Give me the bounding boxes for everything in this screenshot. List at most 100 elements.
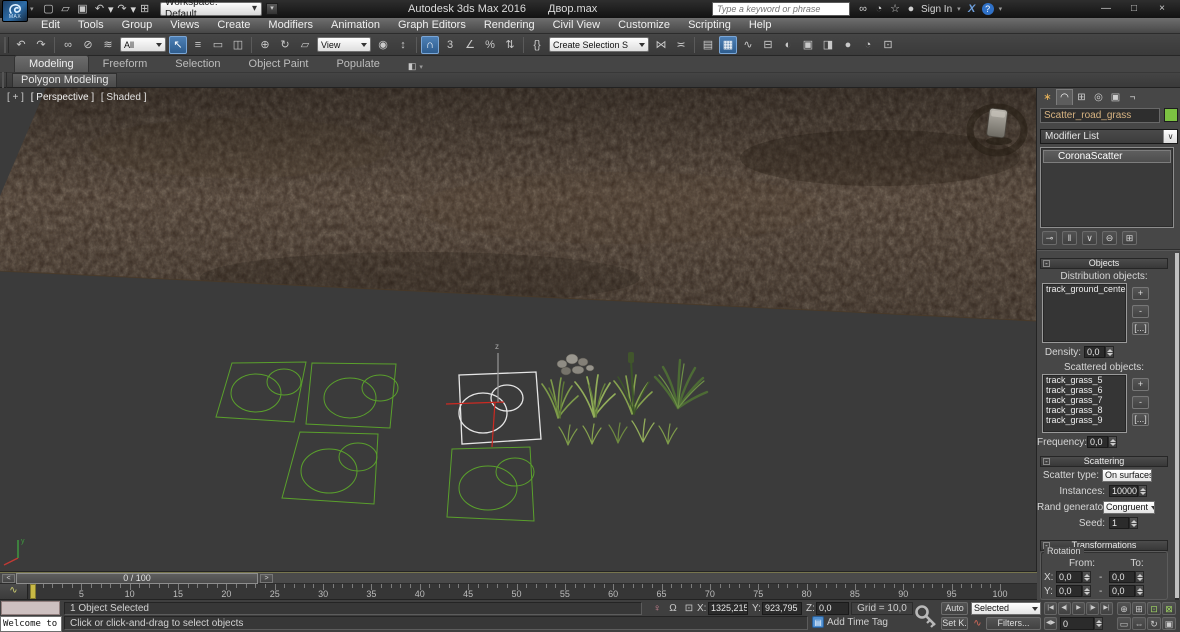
panel-scrollbar[interactable] [1175, 253, 1179, 600]
next-frame-button[interactable]: |▶ [1086, 602, 1099, 615]
orbit-icon[interactable]: ↻ [1147, 617, 1161, 630]
list-item[interactable]: track_grass_6 [1043, 385, 1126, 395]
toggle-set-key-mode-button[interactable] [914, 603, 938, 629]
rotation-x-from-spinner[interactable] [1082, 571, 1091, 583]
new-scene-icon[interactable]: ▢ [40, 0, 57, 18]
menu-item-modifiers[interactable]: Modifiers [259, 18, 322, 33]
rand-generator-select[interactable]: Congruent [1103, 501, 1155, 514]
tab-modeling[interactable]: Modeling [14, 55, 89, 72]
spinner-snap-toggle-icon[interactable]: ⇅ [501, 36, 519, 54]
bind-to-space-warp-icon[interactable]: ≋ [99, 36, 117, 54]
maximize-viewport-toggle-icon[interactable]: ▣ [1162, 617, 1176, 630]
viewport-canvas[interactable]: z [0, 88, 1037, 572]
menu-item-group[interactable]: Group [113, 18, 162, 33]
named-selection-sets-select[interactable]: Create Selection S [549, 37, 649, 52]
distribution-objects-list[interactable]: track_ground_center [1042, 283, 1127, 343]
unlink-selection-icon[interactable]: ⊘ [79, 36, 97, 54]
rotation-x-to-field[interactable]: 0,0 [1109, 571, 1135, 583]
menu-item-customize[interactable]: Customize [609, 18, 679, 33]
motion-tab-icon[interactable]: ◎ [1090, 89, 1107, 105]
help-icon-caret[interactable]: ▾ [999, 5, 1003, 13]
help-icon[interactable]: ? [982, 3, 994, 15]
modifier-list-select[interactable]: Modifier List ∨ [1040, 129, 1178, 144]
list-item[interactable]: track_grass_9 [1043, 415, 1126, 425]
panel-scrollbar-thumb[interactable] [1175, 253, 1179, 598]
list-item[interactable]: track_grass_7 [1043, 395, 1126, 405]
zoom-region-icon[interactable]: ▭ [1117, 617, 1131, 630]
autodesk-exchange-icon[interactable]: X [964, 0, 980, 18]
modify-tab-icon[interactable]: ◠ [1056, 89, 1073, 105]
select-by-name-icon[interactable]: ≡ [189, 36, 207, 54]
small-grass-tuft-model[interactable] [609, 423, 627, 443]
menu-item-edit[interactable]: Edit [32, 18, 69, 33]
seed-spinner[interactable] [1129, 517, 1138, 529]
density-field[interactable]: 0,0 [1084, 346, 1105, 358]
time-slider-next-button[interactable]: > [260, 574, 273, 583]
add-time-tag[interactable]: ▤ Add Time Tag [812, 616, 888, 628]
maxscript-macro-recorder-row[interactable] [1, 601, 60, 615]
maxscript-mini-listener[interactable]: Welcome to [0, 616, 62, 632]
key-filter-select[interactable]: Selected [971, 602, 1041, 615]
play-animation-button[interactable]: ▶ [1072, 602, 1085, 615]
menu-item-views[interactable]: Views [161, 18, 208, 33]
rectangular-selection-region-icon[interactable]: ▭ [209, 36, 227, 54]
tab-object-paint[interactable]: Object Paint [235, 56, 323, 72]
z-coordinate-field[interactable]: 0,0 [816, 602, 849, 615]
frequency-field[interactable]: 0,0 [1087, 436, 1108, 448]
angle-snap-toggle-icon[interactable]: ∠ [461, 36, 479, 54]
minimize-button[interactable]: — [1092, 1, 1120, 16]
small-grass-tuft-model[interactable] [559, 425, 577, 445]
scattered-add-button[interactable]: + [1132, 378, 1149, 391]
zoom-all-icon[interactable]: ⊞ [1132, 602, 1146, 615]
remove-modifier-icon[interactable]: ⊖ [1102, 231, 1117, 245]
isolate-selection-toggle-icon[interactable]: ♀ [650, 602, 664, 615]
rotation-x-to-spinner[interactable] [1135, 571, 1144, 583]
mirror-icon[interactable]: ⋈ [652, 36, 670, 54]
rotation-y-from-spinner[interactable] [1082, 585, 1091, 597]
3ds-max-logo-icon[interactable]: MAX [2, 0, 28, 22]
material-editor-icon[interactable]: ◐ [779, 36, 797, 54]
key-mode-toggle-button[interactable]: ◀▶ [1044, 617, 1057, 630]
selection-lock-toggle-icon[interactable]: Ω [666, 602, 680, 615]
maximize-button[interactable]: □ [1120, 1, 1148, 16]
x-coordinate-field[interactable]: 1325,215 [708, 602, 748, 615]
key-filters-button[interactable]: Filters... [986, 617, 1041, 630]
frequency-spinner[interactable] [1108, 436, 1117, 448]
perspective-viewport[interactable]: z [0, 88, 1037, 572]
current-frame-field[interactable]: 0 [1060, 617, 1094, 630]
density-spinner[interactable] [1105, 346, 1114, 358]
time-slider[interactable]: < 0 / 100 > [0, 572, 1037, 584]
pin-stack-icon[interactable]: ⊸ [1042, 231, 1057, 245]
tab-freeform[interactable]: Freeform [89, 56, 162, 72]
scattered-pick-button[interactable]: [...] [1132, 413, 1149, 426]
viewport-general-menu[interactable]: [ + ] [7, 92, 24, 103]
sign-in-button-caret[interactable]: ▾ [957, 5, 961, 13]
viewport-pov-menu[interactable]: [ Perspective ] [31, 92, 94, 103]
tab-populate[interactable]: Populate [322, 56, 393, 72]
scattering-rollout-header[interactable]: - Scattering [1040, 456, 1168, 467]
distribution-pick-button[interactable]: [...] [1132, 322, 1149, 335]
a360-gallery-icon[interactable]: ⊡ [879, 36, 897, 54]
redo-icon[interactable]: ↷ [32, 36, 50, 54]
select-and-manipulate-icon[interactable]: ↕ [394, 36, 412, 54]
list-item[interactable]: track_grass_5 [1043, 375, 1126, 385]
scattered-remove-button[interactable]: - [1132, 396, 1149, 409]
redo-icon[interactable]: ↷ [114, 0, 131, 18]
utilities-tab-icon[interactable]: ¬ [1124, 89, 1141, 105]
modifier-stack-item[interactable]: CoronaScatter [1043, 150, 1171, 163]
previous-frame-button[interactable]: ◀| [1058, 602, 1071, 615]
select-object-icon[interactable]: ↖ [169, 36, 187, 54]
sign-in-button[interactable]: ● [903, 0, 919, 18]
open-mini-curve-editor-button[interactable]: ∿ [0, 584, 28, 599]
snaps-3d-icon[interactable]: 3 [441, 36, 459, 54]
rotation-y-to-field[interactable]: 0,0 [1109, 585, 1135, 597]
workspace-options-icon[interactable]: ▾ [266, 3, 278, 15]
zoom-extents-all-icon[interactable]: ⊠ [1162, 602, 1176, 615]
window-crossing-selection-icon[interactable]: ◫ [229, 36, 247, 54]
absolute-offset-mode-icon[interactable]: ⊡ [682, 602, 696, 615]
instances-spinner[interactable] [1138, 485, 1147, 497]
rotation-y-to-spinner[interactable] [1135, 585, 1144, 597]
current-frame-marker[interactable] [30, 584, 36, 599]
save-file-icon[interactable]: ▣ [74, 0, 91, 18]
track-bar[interactable]: ∿ 51015202530354045505560657075808590951… [0, 584, 1037, 600]
